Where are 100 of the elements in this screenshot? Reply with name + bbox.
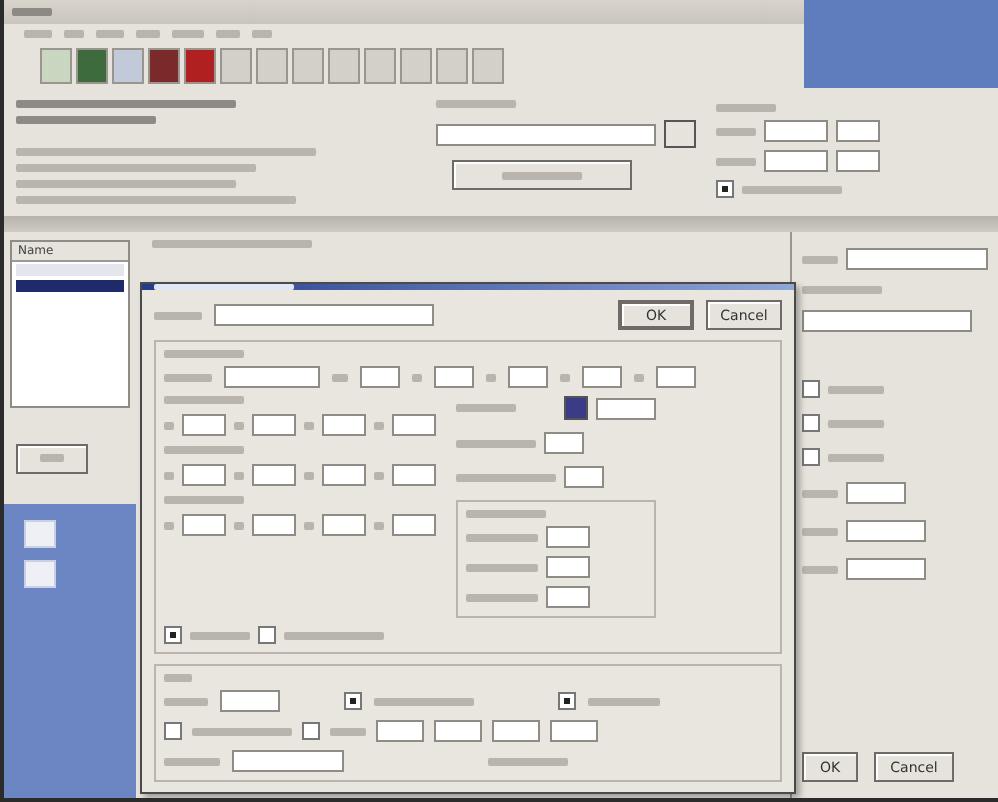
input-field[interactable] xyxy=(182,414,226,436)
illegible-text xyxy=(466,563,538,571)
illegible-text xyxy=(634,373,644,381)
illegible-text xyxy=(24,30,52,38)
input-field[interactable] xyxy=(546,526,590,548)
toolbar-icon[interactable] xyxy=(256,48,288,84)
illegible-text xyxy=(190,631,250,639)
input-field[interactable] xyxy=(582,366,622,388)
toolbar-icon[interactable] xyxy=(400,48,432,84)
illegible-text xyxy=(742,185,842,193)
toolbar-button[interactable] xyxy=(452,160,632,190)
toolbar-icon[interactable] xyxy=(472,48,504,84)
illegible-text xyxy=(332,373,348,381)
toolbar-icon[interactable] xyxy=(292,48,324,84)
input-field[interactable] xyxy=(360,366,400,388)
input-field[interactable] xyxy=(846,520,926,542)
list-button[interactable] xyxy=(16,443,88,473)
illegible-text xyxy=(412,373,422,381)
toolbar-icon[interactable] xyxy=(40,48,72,84)
illegible-text xyxy=(330,727,366,735)
illegible-text xyxy=(466,533,538,541)
illegible-text xyxy=(164,446,244,454)
input-field[interactable] xyxy=(392,414,436,436)
illegible-text xyxy=(802,286,882,294)
illegible-text xyxy=(802,527,838,535)
checkbox[interactable] xyxy=(716,180,734,198)
input-field[interactable] xyxy=(546,586,590,608)
checkbox[interactable] xyxy=(164,722,182,740)
illegible-text xyxy=(304,421,314,429)
input-field[interactable] xyxy=(252,414,296,436)
input-field[interactable] xyxy=(322,514,366,536)
input-field[interactable] xyxy=(508,366,548,388)
input-field[interactable] xyxy=(224,366,320,388)
input-field[interactable] xyxy=(492,720,540,742)
toolbar-icon[interactable] xyxy=(364,48,396,84)
illegible-text xyxy=(436,100,516,108)
input-field[interactable] xyxy=(596,397,656,419)
illegible-text xyxy=(154,311,202,319)
toolbar-icon[interactable] xyxy=(148,48,180,84)
input-field[interactable] xyxy=(392,464,436,486)
checkbox[interactable] xyxy=(558,692,576,710)
input-field[interactable] xyxy=(214,304,434,326)
illegible-text xyxy=(64,30,84,38)
illegible-text xyxy=(234,521,244,529)
illegible-text xyxy=(560,373,570,381)
illegible-text xyxy=(192,727,292,735)
input-field[interactable] xyxy=(656,366,696,388)
checkbox[interactable] xyxy=(302,722,320,740)
input-field[interactable] xyxy=(846,558,926,580)
illegible-text xyxy=(164,496,244,504)
input-field[interactable] xyxy=(544,432,584,454)
toolbar-icon[interactable] xyxy=(184,48,216,84)
input-field[interactable] xyxy=(392,514,436,536)
checkbox[interactable] xyxy=(344,692,362,710)
input-field[interactable] xyxy=(252,464,296,486)
illegible-text xyxy=(456,439,536,447)
illegible-text xyxy=(252,30,272,38)
toolbar-icon[interactable] xyxy=(436,48,468,84)
input-field[interactable] xyxy=(322,414,366,436)
input-field[interactable] xyxy=(550,720,598,742)
illegible-text xyxy=(96,30,124,38)
illegible-text xyxy=(802,489,838,497)
input-field[interactable] xyxy=(564,466,604,488)
input-field[interactable] xyxy=(434,366,474,388)
illegible-text xyxy=(234,421,244,429)
illegible-text xyxy=(828,385,884,393)
checkbox[interactable] xyxy=(258,626,276,644)
input-field[interactable] xyxy=(434,720,482,742)
toolbar-icon[interactable] xyxy=(112,48,144,84)
input-field[interactable] xyxy=(436,123,656,145)
checkbox[interactable] xyxy=(164,626,182,644)
toolbar-icon[interactable] xyxy=(328,48,360,84)
input-field[interactable] xyxy=(836,120,880,142)
input-field[interactable] xyxy=(846,482,906,504)
input-field[interactable] xyxy=(376,720,424,742)
input-field[interactable] xyxy=(846,248,988,270)
checkbox[interactable] xyxy=(802,448,820,466)
illegible-text xyxy=(466,510,546,518)
illegible-text xyxy=(716,127,756,135)
input-field[interactable] xyxy=(764,120,828,142)
toolbar-icon[interactable] xyxy=(76,48,108,84)
input-field[interactable] xyxy=(546,556,590,578)
input-field[interactable] xyxy=(252,514,296,536)
input-field[interactable] xyxy=(182,514,226,536)
color-swatch[interactable] xyxy=(564,396,588,420)
illegible-text xyxy=(304,471,314,479)
illegible-text xyxy=(456,473,556,481)
input-field[interactable] xyxy=(836,150,880,172)
illegible-text xyxy=(164,350,244,358)
illegible-text xyxy=(164,521,174,529)
toolbar-icon[interactable] xyxy=(220,48,252,84)
input-field[interactable] xyxy=(220,690,280,712)
checkbox[interactable] xyxy=(802,414,820,432)
checkbox[interactable] xyxy=(802,380,820,398)
illegible-text xyxy=(828,453,884,461)
input-field[interactable] xyxy=(182,464,226,486)
input-field[interactable] xyxy=(764,150,828,172)
input-field[interactable] xyxy=(232,750,344,772)
input-field[interactable] xyxy=(802,310,972,332)
input-field[interactable] xyxy=(322,464,366,486)
